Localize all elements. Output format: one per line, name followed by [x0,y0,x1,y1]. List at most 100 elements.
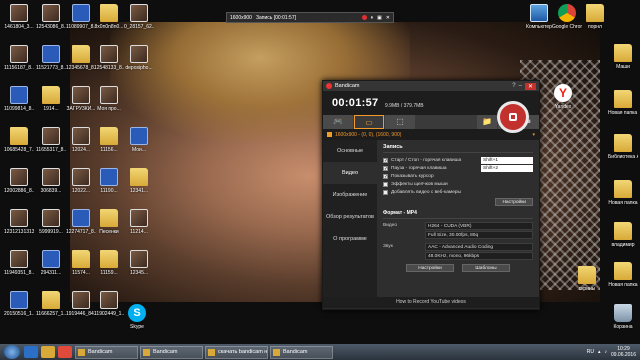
desktop-icon-file[interactable]: 12341... [124,168,154,194]
desktop-icon-file[interactable]: 11156187_8... [4,45,34,71]
folder-button[interactable]: 📁 [477,115,497,129]
image-file-icon [100,86,118,104]
desktop-icon-file[interactable]: 1461804_3... [4,4,34,30]
desktop-icon-file[interactable]: 20150516_1... [4,291,34,317]
desktop-icon-file[interactable]: 0_28157_62... [124,4,154,30]
desktop-icon-file[interactable]: 8x0n0n8n0... [94,4,124,30]
desktop-icon-file[interactable]: ЗАГРУ3КИ... [66,86,96,112]
desktop-icon-vladimir[interactable]: владимир [608,222,638,248]
desktop-icon-file[interactable]: 306839... [36,168,66,194]
clock[interactable]: 10:29 09.06.2016 [611,346,636,358]
templates-button[interactable]: Шаблоны [462,264,510,272]
desktop-icon-file[interactable]: 12543086_8... [36,4,66,30]
desktop-icon-file[interactable]: 12345... [124,250,154,276]
option-row[interactable]: Показывать курсор [383,172,533,180]
volume-icon[interactable]: ♪ [604,349,607,355]
pause-icon[interactable]: ⏸ [371,15,374,21]
desktop-icon-file[interactable]: 11521773_8... [36,45,66,71]
media-icon[interactable] [58,346,72,358]
desktop-icon-file[interactable]: 12548133_8... [94,45,124,71]
taskbar-item[interactable]: скачать bandicam н... [205,345,268,359]
minimize-icon[interactable]: – [519,83,522,89]
taskbar-item[interactable]: Bandicam [140,345,203,359]
option-row[interactable]: Добавлять видео с веб-камеры [383,188,533,196]
tab-output[interactable]: Обзор результатов [323,206,377,228]
desktop-icon-file[interactable]: deposipho... [124,45,154,71]
desktop-icon-file[interactable]: Мои... [124,127,154,153]
tab-image[interactable]: Изображение [323,184,377,206]
screen-mode-button[interactable]: ▭ [354,115,384,129]
taskbar-item[interactable]: Bandicam [75,345,138,359]
target-expand-icon[interactable]: ▾ [532,132,535,138]
desktop-icon-file[interactable]: 5999919... [36,209,66,235]
game-mode-button[interactable]: 🎮 [323,115,353,129]
language-indicator[interactable]: RU [587,349,594,355]
desktop-icon-file[interactable]: 11902449_1... [94,291,124,317]
tab-general[interactable]: Основные [323,140,377,162]
desktop-icon-skype[interactable]: S Skype [122,304,152,330]
close-icon[interactable]: ✕ [386,15,390,21]
pause-hotkey-checkbox[interactable] [383,165,388,171]
recording-toolbar[interactable]: 1600x900 Запись [00:01:57] ⏸ ▣ ✕ [226,12,394,23]
desktop-icon-new-folder-b[interactable]: Новая папка [608,262,638,288]
desktop-icon-file[interactable]: 1919446_84... [66,291,96,317]
option-row[interactable]: Эффекты щелчков мыши [383,180,533,188]
desktop-icon-file[interactable]: 11190... [94,168,124,194]
close-window-icon[interactable]: ✕ [524,82,536,90]
pause-hotkey-field[interactable]: Shift+2 [481,164,533,172]
desktop-icon-file[interactable]: 12022... [66,168,96,194]
record-stop-button[interactable] [497,101,529,133]
format-settings-button[interactable]: Настройки [406,264,454,272]
ie-icon[interactable] [24,346,38,358]
start-stop-hotkey-checkbox[interactable] [383,157,388,163]
desktop-icon-file[interactable]: 12345678_8... [66,45,96,71]
desktop-icon-file[interactable]: 12274717_8... [66,209,96,235]
desktop-icon-new-folder-2[interactable]: Новая папка (2) [608,90,638,116]
record-settings-button[interactable]: Настройки [495,198,533,206]
show-cursor-checkbox[interactable] [383,173,388,179]
start-button[interactable] [4,345,20,359]
tray-arrow-icon[interactable]: ▴ [598,349,601,355]
youtube-help-link[interactable]: How to Record YouTube videos [323,297,539,308]
desktop-icon-archicad[interactable]: Библиотека Archi-Cad ... [608,134,638,160]
tab-about[interactable]: О программе [323,228,377,250]
desktop-icon-file[interactable]: 11099814_8... [4,86,34,112]
start-stop-hotkey-field[interactable]: Shift+1 [481,156,533,164]
desktop-icon-computer[interactable]: Компьютер [524,4,554,30]
desktop-icon-file[interactable]: 11156... [94,127,124,153]
desktop-icon-porn[interactable]: порнл [580,4,610,30]
desktop-icon-file[interactable]: Моя про... [94,86,124,112]
tab-video[interactable]: Видео [323,162,377,184]
desktop-icon-chrome[interactable]: Google Chrome [552,4,582,30]
desktop-icon-file[interactable]: 11666257_1... [36,291,66,317]
desktop-icon-file[interactable]: 11089907_8... [66,4,96,30]
desktop-icon-file[interactable]: 1914... [36,86,66,112]
option-row[interactable]: Пауза - горячая клавиша Shift+2 [383,164,533,172]
help-icon[interactable]: ? [512,83,515,89]
desktop-icon-file[interactable]: Песенки [94,209,124,235]
desktop-icon-file[interactable]: 12024... [66,127,96,153]
desktop-icon-screens[interactable]: скрины [572,266,602,292]
desktop-icon-file[interactable]: 11574... [66,250,96,276]
desktop-icon-mashi[interactable]: Маши [608,44,638,70]
desktop-icon-new-folder[interactable]: Новая папка [608,180,638,206]
webcam-checkbox[interactable] [383,189,388,195]
desktop-icon-file[interactable]: 11159... [94,250,124,276]
option-row[interactable]: Старт / Стоп - горячая клавиша Shift+1 [383,156,533,164]
click-effects-checkbox[interactable] [383,181,388,187]
record-dot-icon[interactable] [361,15,367,20]
desktop-icon-file[interactable]: 11214... [124,209,154,235]
desktop-icon-yandex[interactable]: Y Yandex [548,84,578,110]
device-mode-button[interactable]: ⬚ [385,115,415,129]
desktop-icon-recycle-bin[interactable]: Корзина [608,304,638,330]
camera-icon[interactable]: ▣ [377,15,382,21]
target-checkbox[interactable] [327,132,332,137]
taskbar-item[interactable]: Bandicam [270,345,333,359]
desktop-icon-file[interactable]: 12002886_8... [4,168,34,194]
explorer-icon[interactable] [41,346,55,358]
desktop-icon-file[interactable]: 294311... [36,250,66,276]
desktop-icon-file[interactable]: 11655317_8... [36,127,66,153]
desktop-icon-file[interactable]: 11949351_8... [4,250,34,276]
desktop-icon-file[interactable]: 12312131313 [4,209,34,235]
desktop-icon-file[interactable]: 10685428_7... [4,127,34,153]
